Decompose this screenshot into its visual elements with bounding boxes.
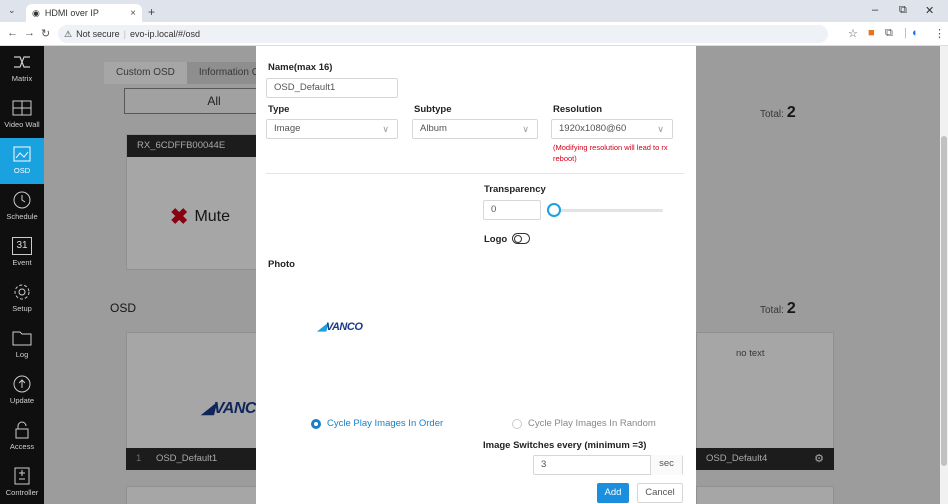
photo-label: Photo: [268, 259, 295, 270]
photo-brand: VANCO: [325, 321, 363, 333]
transparency-label: Transparency: [484, 184, 546, 195]
page-scrollbar-thumb[interactable]: [941, 136, 947, 466]
sidebar-item-access[interactable]: Access: [0, 414, 44, 460]
add-button[interactable]: Add: [597, 483, 629, 503]
resolution-label: Resolution: [553, 104, 603, 115]
address-bar-row: ← → ↻ ⚠ Not secure | evo-ip.local/#/osd …: [0, 22, 948, 46]
gear-icon: [14, 284, 30, 300]
extension-icon[interactable]: ■: [868, 27, 875, 39]
sidebar-item-label: Schedule: [6, 212, 38, 221]
reload-icon[interactable]: ↻: [41, 27, 50, 40]
sidebar-item-label: Update: [9, 396, 35, 405]
cancel-button[interactable]: Cancel: [637, 483, 683, 503]
subtype-select[interactable]: Album ∨: [412, 119, 538, 139]
resolution-warning: (Modifying resolution will lead to rx re…: [553, 143, 668, 163]
chevron-down-icon: ∨: [522, 124, 529, 134]
sidebar-item-label: Log: [15, 350, 29, 359]
logo-toggle[interactable]: [512, 233, 530, 244]
clock-icon: [13, 191, 31, 209]
window-close-button[interactable]: ✕: [925, 4, 934, 17]
browser-tab[interactable]: ◉ HDMI over IP ×: [26, 4, 142, 22]
puzzle-icon[interactable]: ⧉: [885, 27, 893, 40]
video-wall-icon: [12, 100, 32, 116]
section-divider: [266, 173, 684, 174]
back-icon[interactable]: ←: [7, 27, 18, 39]
chevron-down-icon: ∨: [382, 124, 389, 134]
globe-icon: ◉: [32, 7, 40, 18]
sidebar-item-controller[interactable]: Controller: [0, 460, 44, 504]
warning-icon: ⚠: [64, 28, 73, 39]
lock-icon: [15, 421, 29, 439]
type-value: Image: [274, 123, 301, 134]
vanco-swoosh-icon: ◢: [318, 321, 326, 333]
name-label: Name(max 16): [268, 62, 333, 73]
tab-title: HDMI over IP: [44, 8, 99, 18]
sidebar-item-osd[interactable]: OSD: [0, 138, 44, 184]
toolbar-divider: |: [904, 27, 907, 39]
tab-search-icon[interactable]: ⌄: [8, 5, 16, 16]
radio-dot: [512, 418, 522, 429]
folder-icon: [12, 331, 32, 346]
not-secure-label: Not secure: [76, 29, 120, 39]
url-field[interactable]: ⚠ Not secure | evo-ip.local/#/osd: [58, 25, 828, 43]
matrix-icon: [14, 56, 30, 68]
radio-dot: [311, 418, 321, 429]
forward-icon[interactable]: →: [24, 27, 35, 39]
resolution-select[interactable]: 1920x1080@60 ∨: [551, 119, 673, 139]
osd-icon: [13, 146, 31, 162]
radio-cycle-random[interactable]: Cycle Play Images In Random: [512, 418, 656, 429]
controller-icon: [14, 467, 30, 485]
sidebar-item-label: OSD: [13, 166, 31, 175]
restore-button[interactable]: ⧉: [899, 4, 907, 17]
sidebar-item-log[interactable]: Log: [0, 322, 44, 368]
transparency-slider-track[interactable]: [547, 209, 663, 212]
switch-interval-label: Image Switches every (minimum =3): [483, 440, 647, 451]
switch-interval-value: 3: [541, 459, 547, 470]
logo-label: Logo: [484, 234, 508, 245]
transparency-field[interactable]: 0: [483, 200, 541, 220]
tab-close-icon[interactable]: ×: [130, 8, 136, 19]
sidebar: Matrix Video Wall OSD Schedule 31 Event …: [0, 46, 44, 504]
sidebar-item-label: Matrix: [11, 74, 33, 83]
type-label: Type: [268, 104, 290, 115]
sidebar-item-event[interactable]: 31 Event: [0, 230, 44, 276]
new-tab-button[interactable]: +: [148, 5, 155, 19]
name-field[interactable]: OSD_Default1: [266, 78, 398, 98]
sidebar-item-label: Controller: [5, 488, 39, 497]
switch-interval-field[interactable]: 3 sec: [533, 455, 683, 475]
sidebar-item-label: Setup: [12, 304, 32, 313]
sidebar-item-matrix[interactable]: Matrix: [0, 46, 44, 92]
url-text: evo-ip.local/#/osd: [129, 29, 200, 39]
star-icon[interactable]: ☆: [848, 27, 858, 40]
sidebar-item-schedule[interactable]: Schedule: [0, 184, 44, 230]
upload-icon: [13, 375, 31, 393]
sidebar-item-label: Access: [9, 442, 35, 451]
kebab-menu-icon[interactable]: ⋮: [934, 27, 945, 40]
switch-interval-unit: sec: [650, 455, 682, 475]
sidebar-item-update[interactable]: Update: [0, 368, 44, 414]
profile-icon[interactable]: ◐: [912, 27, 919, 39]
radio-label: Cycle Play Images In Order: [327, 418, 444, 429]
sidebar-item-label: Video Wall: [4, 120, 40, 129]
vanco-photo-thumbnail[interactable]: ◢VANCO: [318, 320, 363, 333]
sidebar-item-label: Event: [12, 258, 32, 267]
subtype-value: Album: [420, 123, 447, 134]
radio-cycle-order[interactable]: Cycle Play Images In Order: [311, 418, 443, 429]
sidebar-item-video-wall[interactable]: Video Wall: [0, 92, 44, 138]
radio-label: Cycle Play Images In Random: [528, 418, 656, 429]
type-select[interactable]: Image ∨: [266, 119, 398, 139]
browser-tabbar: ⌄ ◉ HDMI over IP × + – ⧉ ✕: [0, 0, 948, 22]
subtype-label: Subtype: [414, 104, 452, 115]
minimize-button[interactable]: –: [872, 4, 878, 16]
calendar-icon: 31: [12, 237, 32, 255]
transparency-slider-handle[interactable]: [547, 203, 561, 217]
sidebar-item-setup[interactable]: Setup: [0, 276, 44, 322]
chevron-down-icon: ∨: [657, 124, 664, 134]
edit-osd-dialog: [256, 46, 696, 504]
resolution-value: 1920x1080@60: [559, 123, 627, 134]
